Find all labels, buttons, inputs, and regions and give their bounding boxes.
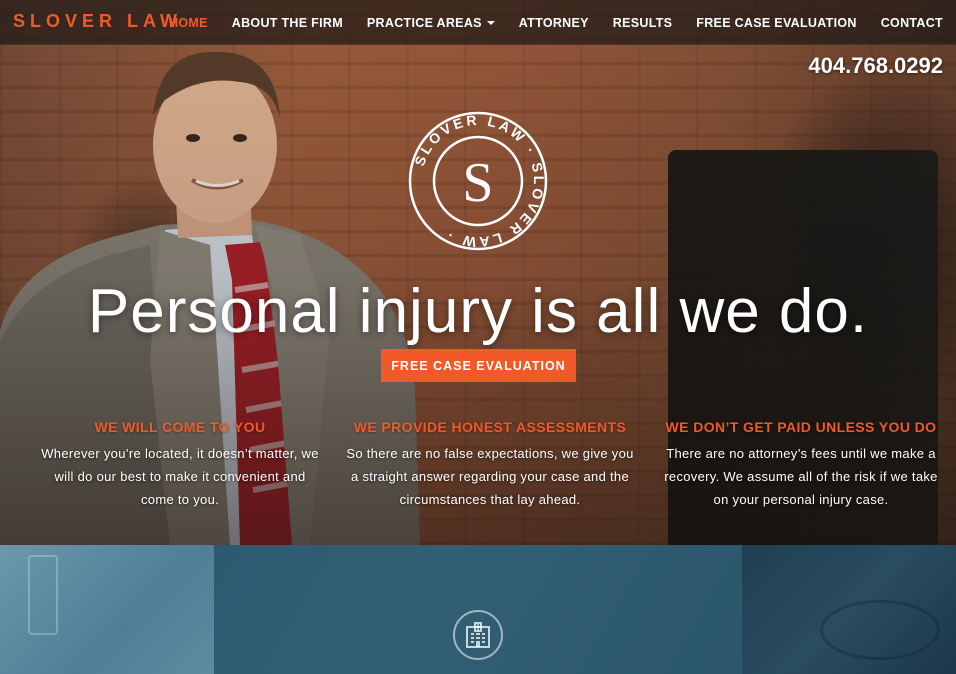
phone-number[interactable]: 404.768.0292 [808, 53, 943, 79]
nav-home[interactable]: HOME [169, 16, 208, 30]
panel-right-graphic [820, 600, 940, 660]
nav-contact-label: CONTACT [880, 15, 943, 30]
nav-free-case-evaluation[interactable]: FREE CASE EVALUATION [696, 16, 856, 30]
feature-text: So there are no false expectations, we g… [346, 446, 634, 507]
nav-attorney-label: ATTORNEY [518, 15, 589, 30]
hero-headline: Personal injury is all we do. [87, 277, 869, 346]
nav-practice-areas-label: PRACTICE AREAS [366, 15, 482, 30]
top-navigation-bar: SLOVER LAW HOME ABOUT THE FIRM PRACTICE … [0, 0, 956, 45]
nav-free-case-evaluation-label: FREE CASE EVALUATION [696, 15, 857, 30]
feature-title: WE PROVIDE HONEST ASSESSMENTS [353, 419, 627, 435]
nav-results[interactable]: RESULTS [613, 16, 673, 30]
free-case-evaluation-button[interactable]: FREE CASE EVALUATION [381, 349, 576, 382]
nav-about-label: ABOUT THE FIRM [231, 15, 343, 30]
feature-no-fee: WE DON’T GET PAID UNLESS YOU DO There ar… [660, 419, 942, 511]
seal-letter: S [462, 152, 493, 214]
nav-about-the-firm[interactable]: ABOUT THE FIRM [232, 16, 343, 30]
practice-panel-left[interactable] [0, 545, 214, 674]
nav-practice-areas[interactable]: PRACTICE AREAS [367, 16, 495, 30]
feature-come-to-you: WE WILL COME TO YOU Wherever you’re loca… [38, 419, 322, 511]
nav-results-label: RESULTS [612, 15, 673, 30]
feature-title: WE WILL COME TO YOU [94, 419, 266, 435]
feature-text: Wherever you’re located, it doesn’t matt… [41, 446, 319, 507]
panel-left-graphic [28, 555, 58, 635]
nav-attorney[interactable]: ATTORNEY [519, 16, 589, 30]
nav-home-label: HOME [169, 15, 208, 30]
feature-title: WE DON’T GET PAID UNLESS YOU DO [665, 419, 937, 435]
main-nav: HOME ABOUT THE FIRM PRACTICE AREAS ATTOR… [145, 0, 943, 45]
slover-law-seal-icon: SLOVER LAW · SLOVER LAW · S [408, 112, 548, 250]
nav-contact[interactable]: CONTACT [881, 16, 943, 30]
feature-text: There are no attorney’s fees until we ma… [664, 446, 938, 507]
feature-honest-assessments: WE PROVIDE HONEST ASSESSMENTS So there a… [344, 419, 636, 511]
hospital-icon [453, 610, 503, 660]
chevron-down-icon [486, 20, 495, 25]
